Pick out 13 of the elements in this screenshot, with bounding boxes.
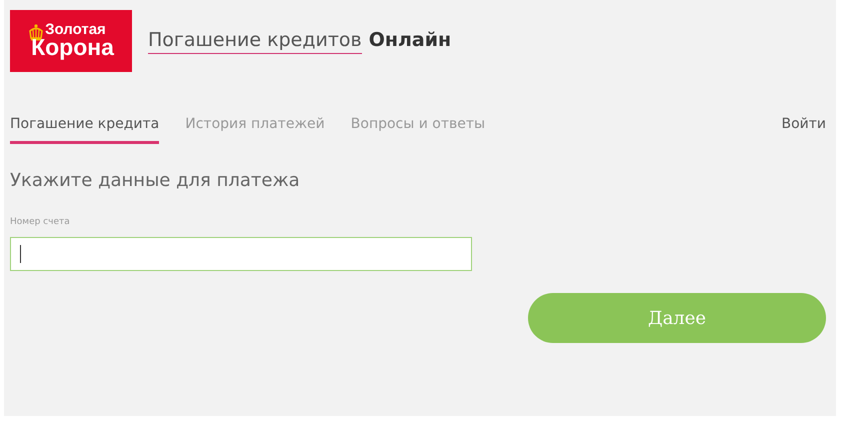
field-label: Номер счета [10, 217, 70, 227]
logo[interactable]: Золотая Корона [10, 10, 132, 72]
text-cursor [20, 245, 21, 263]
login-link[interactable]: Войти [781, 112, 826, 136]
nav-tab[interactable]: Погашение кредита [10, 112, 160, 144]
page-title: Погашение кредитов [148, 28, 362, 54]
logo-text: Золотая [45, 22, 107, 38]
nav-tab[interactable]: Вопросы и ответы [350, 112, 486, 144]
nav-tab[interactable]: История платежей [185, 112, 325, 144]
logo-text: Корона [31, 37, 114, 60]
input-field[interactable] [10, 237, 472, 271]
page-title-suffix: Онлайн [368, 28, 452, 52]
form-heading: Укажите данные для платежа [10, 170, 300, 191]
